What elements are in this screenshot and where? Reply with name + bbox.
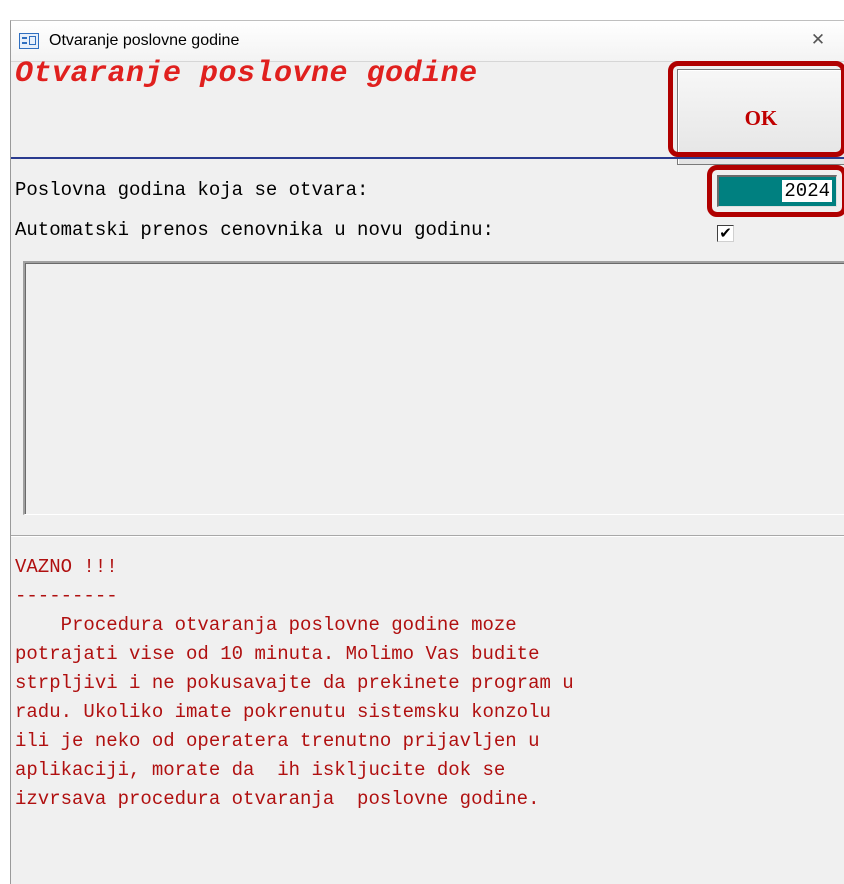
note-line: ili je neko od operatera trenutno prijav… [15, 730, 540, 752]
transfer-label: Automatski prenos cenovnika u novu godin… [15, 219, 494, 241]
year-input[interactable]: 2024 [717, 175, 837, 207]
ok-button[interactable]: OK [677, 69, 844, 165]
progress-log-box[interactable] [23, 261, 844, 515]
warning-note: VAZNO !!! --------- Procedura otvaranja … [15, 553, 841, 814]
note-line: Procedura otvaranja poslovne godine moze [15, 614, 517, 636]
transfer-checkbox[interactable]: ✔ [717, 225, 734, 242]
note-line: potrajati vise od 10 minuta. Molimo Vas … [15, 643, 540, 665]
window-title: Otvaranje poslovne godine [49, 32, 240, 49]
checkmark-icon: ✔ [719, 224, 732, 242]
note-divider [11, 535, 844, 537]
note-line: aplikaciji, morate da ih iskljucite dok … [15, 759, 506, 781]
dialog-window: Otvaranje poslovne godine ✕ Otvaranje po… [10, 20, 844, 884]
note-line: VAZNO !!! [15, 556, 118, 578]
close-icon[interactable]: ✕ [808, 29, 828, 51]
note-line: strpljivi i ne pokusavajte da prekinete … [15, 672, 574, 694]
year-value: 2024 [782, 180, 832, 202]
note-line: izvrsava procedura otvaranja poslovne go… [15, 788, 540, 810]
title-bar[interactable]: Otvaranje poslovne godine ✕ [11, 21, 844, 62]
note-line: --------- [15, 585, 118, 607]
header-separator [11, 157, 844, 159]
form-icon [19, 33, 39, 49]
form-header: Otvaranje poslovne godine [15, 57, 478, 91]
year-label: Poslovna godina koja se otvara: [15, 179, 369, 201]
note-line: radu. Ukoliko imate pokrenutu sistemsku … [15, 701, 551, 723]
